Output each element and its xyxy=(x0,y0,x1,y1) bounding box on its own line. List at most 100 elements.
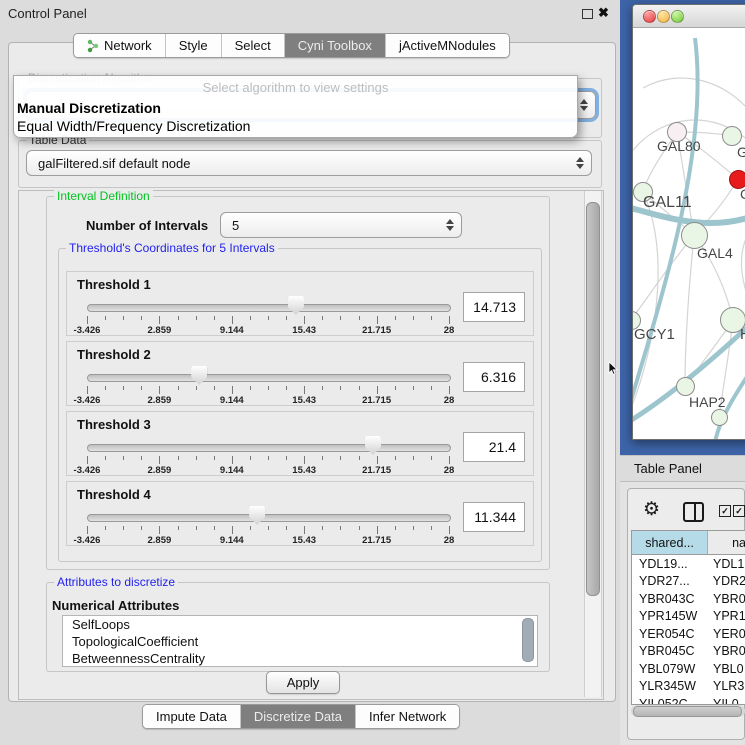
slider-tick xyxy=(322,386,323,390)
float-window-icon[interactable] xyxy=(582,9,593,19)
table-row[interactable]: YBR045CYBR0 xyxy=(632,643,745,661)
cell-shared-name: YPR145W xyxy=(632,609,710,623)
tab-impute-data[interactable]: Impute Data xyxy=(143,705,241,728)
horizontal-scrollbar[interactable] xyxy=(631,705,745,717)
table-row[interactable]: YBL079WYBL0 xyxy=(632,660,745,678)
tab-infer-network[interactable]: Infer Network xyxy=(356,705,459,728)
attribute-list-item[interactable]: SelfLoops xyxy=(63,616,537,633)
horizontal-scrollbar-thumb[interactable] xyxy=(633,706,742,717)
close-traffic-light[interactable] xyxy=(643,10,656,23)
slider-tick xyxy=(395,456,396,460)
slider-tick-label: 2.859 xyxy=(148,535,172,546)
threshold-value-field[interactable]: 6.316 xyxy=(463,362,525,392)
checkbox-icon[interactable]: ✓ xyxy=(733,505,745,517)
slider-tick xyxy=(286,316,287,320)
threshold-value-field[interactable]: 21.4 xyxy=(463,432,525,462)
attribute-list-item[interactable]: TopologicalCoefficient xyxy=(63,633,537,650)
slider-tick xyxy=(286,526,287,530)
threshold-slider-thumb[interactable] xyxy=(288,296,304,315)
attributes-list-scrollbar-thumb[interactable] xyxy=(522,618,534,662)
column-header-shared-name[interactable]: shared... xyxy=(632,531,708,554)
node-label: C xyxy=(740,186,745,202)
tab-network[interactable]: Network xyxy=(74,34,166,57)
slider-tick xyxy=(87,526,88,534)
slider-tick-label: 21.715 xyxy=(362,535,391,546)
slider-tick-label: 21.715 xyxy=(362,395,391,406)
attribute-list-item[interactable]: BetweennessCentrality xyxy=(63,650,537,667)
popup-item-manual-discretization[interactable]: Manual Discretization xyxy=(17,100,161,116)
table-row[interactable]: YBR043CYBR0 xyxy=(632,590,745,608)
threshold-slider-track[interactable] xyxy=(87,304,451,312)
network-canvas[interactable]: GAL80 G C GAL11 GAL4 GCY1 H HAP2 xyxy=(633,28,745,440)
numerical-attributes-heading: Numerical Attributes xyxy=(52,598,179,613)
close-icon[interactable]: ✖ xyxy=(598,5,609,21)
slider-tick xyxy=(322,456,323,460)
threshold-value: 11.344 xyxy=(474,509,516,525)
slider-tick xyxy=(178,456,179,460)
threshold-slider-track[interactable] xyxy=(87,374,451,382)
network-node[interactable] xyxy=(711,409,728,426)
checkbox-icon[interactable]: ✓ xyxy=(719,505,731,517)
cell-shared-name: YER054C xyxy=(632,627,710,641)
slider-tick xyxy=(359,526,360,530)
table-row[interactable]: YLR345WYLR3 xyxy=(632,678,745,696)
table-row[interactable]: YDL19...YDL1 xyxy=(632,555,745,573)
slider-tick xyxy=(449,526,450,534)
number-of-intervals-label: Number of Intervals xyxy=(86,218,208,233)
column-header-name[interactable]: na xyxy=(708,531,745,554)
network-node[interactable] xyxy=(722,126,742,146)
threshold-slider-thumb[interactable] xyxy=(365,436,381,455)
threshold-slider-thumb[interactable] xyxy=(249,506,265,525)
table-row[interactable]: YDR27...YDR2 xyxy=(632,573,745,591)
tab-jactivemnodules[interactable]: jActiveMNodules xyxy=(386,34,509,57)
slider-tick xyxy=(377,386,378,394)
slider-tick xyxy=(196,316,197,320)
slider-tick xyxy=(105,526,106,530)
table-row[interactable]: YER054CYER0 xyxy=(632,625,745,643)
threshold-value: 21.4 xyxy=(489,439,516,455)
slider-tick xyxy=(214,526,215,530)
tab-style[interactable]: Style xyxy=(166,34,222,57)
tab-select[interactable]: Select xyxy=(222,34,285,57)
threshold-slider-track[interactable] xyxy=(87,444,451,452)
table-data-combobox[interactable]: galFiltered.sif default node xyxy=(26,150,592,176)
threshold-value: 6.316 xyxy=(481,369,516,385)
tab-discretize-data[interactable]: Discretize Data xyxy=(241,705,356,728)
apply-button[interactable]: Apply xyxy=(266,671,340,694)
cell-name: YLR3 xyxy=(710,679,744,693)
slider-tick xyxy=(449,386,450,394)
threshold-value-field[interactable]: 14.713 xyxy=(463,292,525,322)
table-row[interactable]: YPR145WYPR1 xyxy=(632,608,745,626)
numerical-attributes-list[interactable]: SelfLoopsTopologicalCoefficientBetweenne… xyxy=(62,615,538,667)
slider-tick xyxy=(105,386,106,390)
slider-tick-label: 15.43 xyxy=(292,395,316,406)
slider-tick xyxy=(413,316,414,320)
slider-tick xyxy=(87,456,88,464)
threshold-value-field[interactable]: 11.344 xyxy=(463,502,525,532)
slider-tick xyxy=(123,456,124,460)
popup-item-equal-width-frequency[interactable]: Equal Width/Frequency Discretization xyxy=(17,118,250,134)
slider-tick xyxy=(377,526,378,534)
slider-tick xyxy=(340,386,341,390)
split-columns-icon[interactable] xyxy=(683,502,704,522)
zoom-traffic-light[interactable] xyxy=(671,10,684,23)
cell-shared-name: YDL19... xyxy=(632,557,710,571)
table-row[interactable]: YIL052CYIL0 xyxy=(632,695,745,704)
threshold-slider-thumb[interactable] xyxy=(191,366,207,385)
gear-icon[interactable]: ⚙ xyxy=(643,501,660,519)
slider-tick xyxy=(196,456,197,460)
threshold-slider-track[interactable] xyxy=(87,514,451,522)
slider-tick xyxy=(340,526,341,530)
vertical-scrollbar-thumb[interactable] xyxy=(586,202,600,596)
tab-label: Impute Data xyxy=(156,709,227,724)
cell-name: YDL1 xyxy=(710,557,744,571)
combo-stepper-icon xyxy=(446,219,454,231)
combo-stepper-icon xyxy=(580,99,588,111)
screen: Control Panel ✖ Network Style Select Cyn… xyxy=(0,0,745,745)
minimize-traffic-light[interactable] xyxy=(657,10,670,23)
number-of-intervals-combobox[interactable]: 5 xyxy=(220,212,462,238)
algorithm-dropdown-popup: Select algorithm to view settings Manual… xyxy=(13,75,578,138)
network-window-titlebar[interactable] xyxy=(633,5,745,28)
threshold-label: Threshold 2 xyxy=(77,347,151,362)
tab-cyni-toolbox[interactable]: Cyni Toolbox xyxy=(285,34,386,57)
